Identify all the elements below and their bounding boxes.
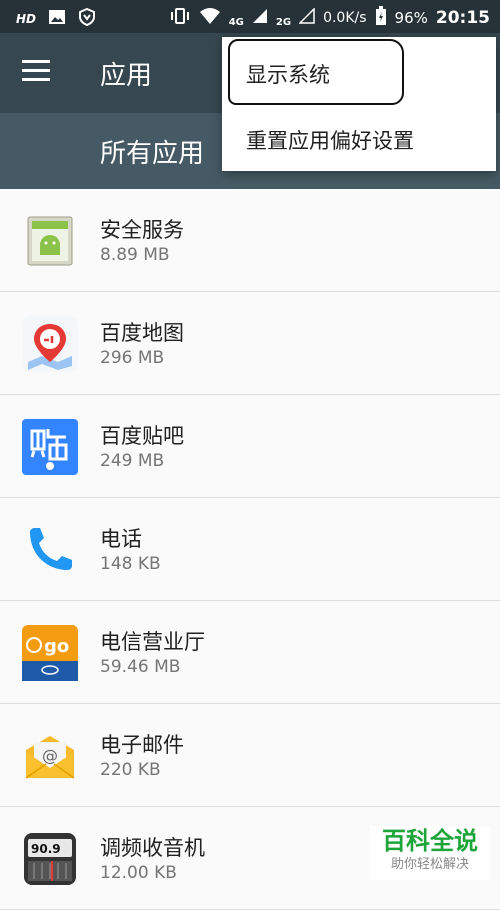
- app-row-telecom[interactable]: go 电信营业厅 59.46 MB: [0, 601, 500, 704]
- app-row-phone[interactable]: 电话 148 KB: [0, 498, 500, 601]
- page-title: 应用: [100, 61, 153, 91]
- app-size: 220 KB: [100, 760, 161, 780]
- app-row-security-service[interactable]: 安全服务 8.89 MB: [0, 189, 500, 292]
- network-2g-label: 2G: [275, 16, 292, 28]
- phone-icon: [22, 522, 78, 578]
- baidu-tieba-icon: [22, 419, 78, 475]
- telecom-icon: go: [22, 625, 78, 681]
- battery-level: 96%: [394, 9, 428, 27]
- clock: 20:15: [435, 8, 490, 28]
- signal-4g-icon: [252, 8, 268, 28]
- fm-radio-icon: 90.9: [22, 831, 78, 887]
- app-row-baidu-tieba[interactable]: 百度贴吧 249 MB: [0, 395, 500, 498]
- reset-app-preferences-menu-item[interactable]: 重置应用偏好设置: [246, 125, 414, 155]
- app-size: 296 MB: [100, 348, 165, 368]
- app-name: 百度贴吧: [100, 424, 184, 448]
- email-icon: @: [22, 728, 78, 784]
- app-size: 8.89 MB: [100, 245, 170, 265]
- filter-label[interactable]: 所有应用: [100, 133, 204, 170]
- app-size: 12.00 KB: [100, 863, 177, 883]
- signal-2g-icon: [298, 7, 315, 28]
- app-size: 249 MB: [100, 451, 165, 471]
- app-name: 调频收音机: [100, 836, 205, 860]
- wifi-icon: [199, 7, 221, 29]
- svg-text:@: @: [42, 746, 58, 765]
- battery-icon: [375, 6, 387, 30]
- hd-indicator: HD: [16, 11, 37, 26]
- watermark: 百科全说 助你轻松解决: [370, 826, 490, 880]
- overflow-menu: 显示系统 重置应用偏好设置: [222, 37, 496, 171]
- hamburger-menu-icon[interactable]: [22, 60, 58, 86]
- watermark-subtitle: 助你轻松解决: [390, 857, 469, 872]
- network-speed: 0.0K/s: [323, 10, 367, 26]
- app-name: 电话: [100, 527, 142, 551]
- watermark-title: 百科全说: [382, 827, 478, 855]
- baidu-map-icon: [22, 316, 78, 372]
- fm-frequency-label: 90.9: [31, 842, 61, 856]
- app-name: 电信营业厅: [100, 630, 205, 654]
- show-system-menu-item[interactable]: 显示系统: [246, 59, 330, 89]
- network-4g-label: 4G: [228, 16, 244, 28]
- app-name: 电子邮件: [100, 733, 184, 757]
- svg-text:go: go: [44, 636, 69, 657]
- app-size: 59.46 MB: [100, 657, 181, 677]
- vibrate-icon: [169, 7, 191, 29]
- shield-notification-icon: [78, 7, 96, 29]
- status-bar: HD 4G 2G 0.0K/s 96% 20:15: [0, 0, 500, 33]
- app-size: 148 KB: [100, 554, 161, 574]
- android-security-icon: [22, 213, 78, 269]
- app-name: 安全服务: [100, 218, 184, 242]
- app-name: 百度地图: [100, 321, 184, 345]
- image-notification-icon: [48, 9, 66, 28]
- app-list: 安全服务 8.89 MB 百度地图 296 MB 百度贴吧 249 MB 电话 …: [0, 189, 500, 910]
- app-row-email[interactable]: @ 电子邮件 220 KB: [0, 704, 500, 807]
- app-row-baidu-map[interactable]: 百度地图 296 MB: [0, 292, 500, 395]
